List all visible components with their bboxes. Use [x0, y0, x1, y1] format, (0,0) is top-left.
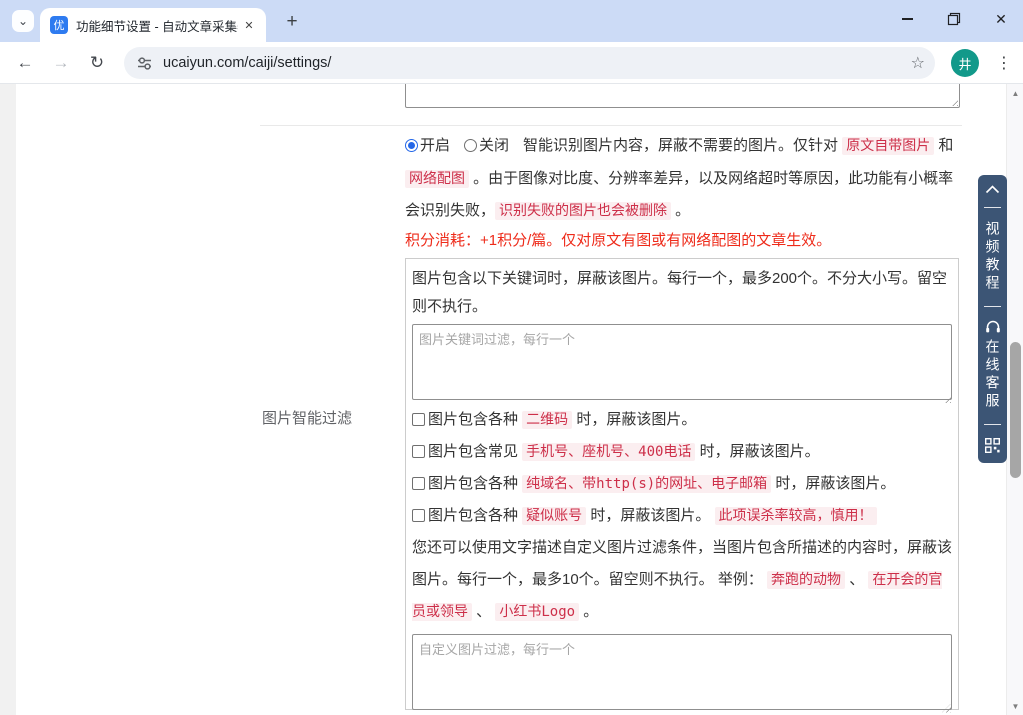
qrcode-option-label[interactable]: 图片包含各种 二维码 时，屏蔽该图片。: [428, 411, 696, 428]
headset-icon: [985, 320, 1001, 334]
online-service-label: 在线客服: [986, 339, 1000, 411]
section-divider: [260, 125, 962, 126]
chevron-down-icon: ⌄: [18, 14, 28, 28]
panel-divider: [984, 306, 1001, 307]
account-option-label[interactable]: 图片包含各种 疑似账号 时，屏蔽该图片。 此项误杀率较高，慎用！: [428, 507, 877, 524]
resize-grip-icon[interactable]: [949, 97, 958, 106]
triangle-up-icon: ▲: [1012, 89, 1020, 98]
keyword-filter-textarea[interactable]: [412, 324, 952, 400]
filter-option-url: 图片包含各种 纯域名、带http(s)的网址、电子邮箱 时，屏蔽该图片。: [412, 468, 952, 500]
radio-on[interactable]: [405, 139, 418, 152]
restore-icon: [947, 12, 961, 26]
filter-option-phone: 图片包含常见 手机号、座机号、400电话 时，屏蔽该图片。: [412, 436, 952, 468]
floating-side-panel: 视频教程 在线客服: [978, 175, 1007, 463]
site-settings-icon[interactable]: [136, 55, 153, 72]
account-checkbox[interactable]: [412, 509, 425, 522]
qrcode-checkbox[interactable]: [412, 413, 425, 426]
back-button[interactable]: ←: [12, 50, 38, 76]
kebab-icon: ⋮: [996, 53, 1012, 73]
window-minimize-button[interactable]: [892, 4, 922, 34]
panel-divider: [984, 207, 1001, 208]
scroll-down-button[interactable]: ▼: [1007, 699, 1023, 713]
address-bar[interactable]: ucaiyun.com/caiji/settings/ ☆: [124, 47, 935, 79]
window-restore-button[interactable]: [939, 4, 969, 34]
tab-close-button[interactable]: ✕: [240, 16, 258, 34]
radio-off[interactable]: [464, 139, 477, 152]
triangle-down-icon: ▼: [1012, 702, 1020, 711]
field-label-image-smart-filter: 图片智能过滤: [200, 407, 352, 428]
profile-avatar[interactable]: 井: [951, 49, 979, 77]
video-tutorial-button[interactable]: 视频教程: [986, 221, 1000, 293]
tab-strip: ⌄ 优 功能细节设置 - 自动文章采集器 ✕ + ✕: [0, 0, 1023, 42]
filter-option-account: 图片包含各种 疑似账号 时，屏蔽该图片。 此项误杀率较高，慎用！: [412, 500, 952, 532]
previous-settings-textarea[interactable]: [405, 84, 960, 108]
qr-code-icon[interactable]: [985, 438, 1000, 453]
plus-icon: +: [286, 11, 297, 33]
credit-cost-note: 积分消耗：+1积分/篇。仅对原文有图或有网络配图的文章生效。: [405, 225, 962, 256]
new-tab-button[interactable]: +: [278, 8, 306, 36]
bookmark-star-icon[interactable]: ☆: [911, 53, 925, 73]
close-icon: ✕: [995, 11, 1007, 28]
custom-filter-description: 您还可以使用文字描述自定义图片过滤条件，当图片包含所描述的内容时，屏蔽该图片。每…: [412, 532, 952, 629]
url-text[interactable]: ucaiyun.com/caiji/settings/: [163, 55, 331, 71]
browser-menu-button[interactable]: ⋮: [992, 50, 1016, 76]
scrollbar-thumb[interactable]: [1010, 342, 1021, 478]
phone-option-label[interactable]: 图片包含常见 手机号、座机号、400电话 时，屏蔽该图片。: [428, 443, 820, 460]
reload-icon: ↻: [90, 53, 104, 73]
radio-on-label[interactable]: 开启: [420, 137, 450, 154]
close-icon: ✕: [244, 19, 253, 32]
smart-filter-intro: 开启关闭智能识别图片内容，屏蔽不需要的图片。仅针对 原文自带图片 和 网络配图 …: [405, 130, 962, 228]
tab-search-button[interactable]: ⌄: [12, 10, 34, 32]
keyword-filter-hint: 图片包含以下关键词时，屏蔽该图片。每行一个，最多200个。不分大小写。留空则不执…: [412, 265, 952, 321]
minimize-icon: [902, 18, 913, 19]
page-left-margin: [0, 84, 16, 715]
forward-icon: →: [53, 53, 70, 73]
tab-title: 功能细节设置 - 自动文章采集器: [76, 16, 238, 35]
online-service-button[interactable]: 在线客服: [985, 320, 1001, 411]
back-icon: ←: [17, 53, 34, 73]
url-option-label[interactable]: 图片包含各种 纯域名、带http(s)的网址、电子邮箱 时，屏蔽该图片。: [428, 475, 895, 492]
reload-button[interactable]: ↻: [84, 50, 110, 76]
site-favicon: 优: [50, 16, 68, 34]
radio-off-label[interactable]: 关闭: [479, 137, 509, 154]
url-checkbox[interactable]: [412, 477, 425, 490]
window-close-button[interactable]: ✕: [986, 4, 1016, 34]
forward-button[interactable]: →: [48, 50, 74, 76]
browser-window: ⌄ 优 功能细节设置 - 自动文章采集器 ✕ + ✕ ← → ↻ ucaiyun…: [0, 0, 1023, 715]
phone-checkbox[interactable]: [412, 445, 425, 458]
image-filter-group: 图片包含以下关键词时，屏蔽该图片。每行一个，最多200个。不分大小写。留空则不执…: [405, 258, 959, 710]
back-to-top-icon[interactable]: [985, 185, 1000, 194]
filter-option-qrcode: 图片包含各种 二维码 时，屏蔽该图片。: [412, 404, 952, 436]
browser-tab[interactable]: 优 功能细节设置 - 自动文章采集器 ✕: [40, 8, 266, 42]
page-scrollbar[interactable]: ▲ ▼: [1006, 84, 1023, 715]
panel-divider: [984, 424, 1001, 425]
scroll-up-button[interactable]: ▲: [1007, 86, 1023, 100]
custom-filter-textarea[interactable]: [412, 634, 952, 710]
